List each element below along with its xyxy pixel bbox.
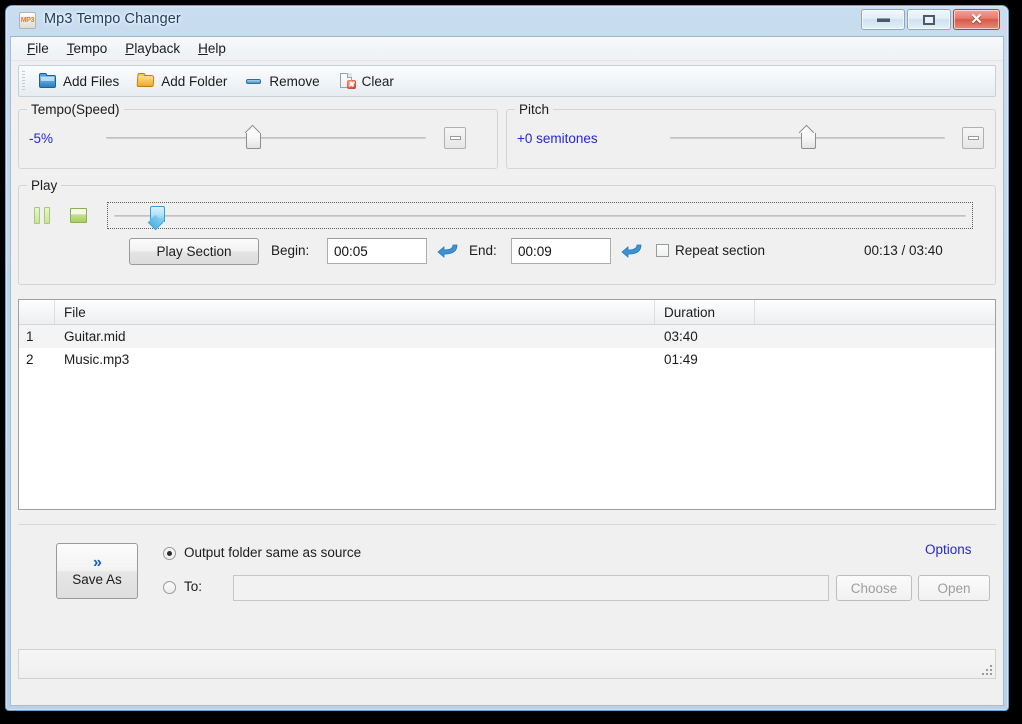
column-header-filler[interactable] xyxy=(755,300,995,324)
pitch-slider[interactable] xyxy=(670,124,945,151)
menu-item-playback[interactable]: Playback xyxy=(116,39,189,58)
close-button[interactable]: ✕ xyxy=(953,9,1000,30)
output-folder-input[interactable] xyxy=(233,575,829,601)
column-header-index[interactable] xyxy=(19,300,55,324)
tempo-slider-thumb[interactable] xyxy=(244,124,262,149)
row-duration: 03:40 xyxy=(664,329,698,344)
choose-folder-button[interactable]: Choose xyxy=(836,575,912,601)
radio-output-same-as-source-label: Output folder same as source xyxy=(184,545,362,560)
seek-slider-thumb[interactable] xyxy=(148,206,165,231)
save-as-label: Save As xyxy=(72,572,122,587)
close-icon: ✕ xyxy=(970,11,983,28)
time-display: 00:13 / 03:40 xyxy=(864,243,943,258)
column-header-file[interactable]: File xyxy=(55,300,655,324)
reset-icon xyxy=(449,136,461,140)
title-bar[interactable]: MP3 Mp3 Tempo Changer ✕ xyxy=(10,6,1004,36)
clear-label: Clear xyxy=(361,73,394,89)
seek-slider-track xyxy=(114,215,966,217)
add-folder-label: Add Folder xyxy=(161,73,228,89)
folder-yellow-icon xyxy=(136,73,155,89)
end-set-arrow-icon[interactable] xyxy=(621,242,643,260)
table-row[interactable]: 2 Music.mp3 01:49 xyxy=(19,348,995,371)
save-as-button[interactable]: » Save As xyxy=(56,543,138,599)
add-files-label: Add Files xyxy=(63,73,120,89)
pitch-group-title: Pitch xyxy=(515,102,554,117)
pitch-reset-button[interactable] xyxy=(962,127,984,149)
repeat-section-checkbox[interactable] xyxy=(656,244,669,257)
pause-button[interactable] xyxy=(33,205,53,225)
menu-bar: File Tempo Playback Help xyxy=(11,37,1003,61)
add-folder-button[interactable]: Add Folder xyxy=(128,69,236,93)
end-input[interactable]: 00:09 xyxy=(511,238,611,264)
reset-icon xyxy=(967,136,979,140)
file-list-table[interactable]: File Duration 1 Guitar.mid 03:40 2 Music… xyxy=(18,299,996,510)
status-bar xyxy=(18,649,996,679)
output-panel: » Save As Output folder same as source T… xyxy=(18,524,996,644)
menu-item-tempo[interactable]: Tempo xyxy=(58,39,117,58)
tempo-reset-button[interactable] xyxy=(444,127,466,149)
open-folder-button[interactable]: Open xyxy=(918,575,990,601)
choose-label: Choose xyxy=(850,580,898,596)
double-chevron-right-icon: » xyxy=(93,554,102,571)
page-delete-icon: ✖ xyxy=(338,73,356,89)
tempo-slider-track xyxy=(106,137,426,139)
stop-button[interactable] xyxy=(69,205,89,225)
minus-icon xyxy=(245,73,263,89)
row-index: 2 xyxy=(26,352,34,367)
resize-grip[interactable] xyxy=(980,663,992,675)
table-row[interactable]: 1 Guitar.mid 03:40 xyxy=(19,325,995,348)
row-file-name: Music.mp3 xyxy=(64,352,130,367)
menu-item-help[interactable]: Help xyxy=(189,39,235,58)
end-label: End: xyxy=(469,243,497,258)
window-title: Mp3 Tempo Changer xyxy=(44,11,181,27)
repeat-section-label: Repeat section xyxy=(675,243,766,258)
client-area: File Tempo Playback Help Add Files Add F… xyxy=(10,36,1004,706)
application-window: MP3 Mp3 Tempo Changer ✕ File Tempo Playb… xyxy=(5,5,1009,711)
app-icon-label: MP3 xyxy=(20,17,35,24)
begin-set-arrow-icon[interactable] xyxy=(437,242,459,260)
tempo-slider[interactable] xyxy=(106,124,426,151)
window-controls: ✕ xyxy=(861,9,1000,30)
row-file-name: Guitar.mid xyxy=(64,329,126,344)
tempo-group-title: Tempo(Speed) xyxy=(27,102,124,117)
minimize-icon xyxy=(876,17,890,22)
toolbar: Add Files Add Folder Remove ✖ Clear xyxy=(18,65,996,97)
radio-output-same-as-source[interactable] xyxy=(163,547,176,560)
clear-button[interactable]: ✖ Clear xyxy=(329,69,403,93)
row-duration: 01:49 xyxy=(664,352,698,367)
begin-input[interactable]: 00:05 xyxy=(327,238,427,264)
remove-button[interactable]: Remove xyxy=(236,69,328,93)
play-group-title: Play xyxy=(27,178,62,193)
add-files-button[interactable]: Add Files xyxy=(30,69,128,93)
menu-item-file[interactable]: File xyxy=(18,39,58,58)
remove-label: Remove xyxy=(269,73,320,89)
open-label: Open xyxy=(937,580,971,596)
play-group: Play Play Section Begin: 00:05 End: 00:0… xyxy=(18,178,996,285)
app-icon: MP3 xyxy=(19,12,36,29)
pitch-slider-thumb[interactable] xyxy=(799,124,816,149)
tempo-group: Tempo(Speed) -5% xyxy=(18,102,498,169)
table-header-row: File Duration xyxy=(19,300,995,325)
radio-output-to-folder-label: To: xyxy=(184,579,203,594)
pitch-value: +0 semitones xyxy=(517,131,598,146)
row-index: 1 xyxy=(26,329,34,344)
minimize-button[interactable] xyxy=(861,9,905,30)
maximize-button[interactable] xyxy=(907,9,951,30)
pitch-group: Pitch +0 semitones xyxy=(506,102,996,169)
tempo-value: -5% xyxy=(29,131,54,146)
play-section-button[interactable]: Play Section xyxy=(129,238,259,265)
toolbar-grip[interactable] xyxy=(22,71,25,91)
radio-output-to-folder[interactable] xyxy=(163,581,176,594)
folder-blue-icon xyxy=(39,73,57,89)
column-header-duration[interactable]: Duration xyxy=(655,300,755,324)
maximize-icon xyxy=(923,14,935,25)
options-link[interactable]: Options xyxy=(925,542,972,557)
play-section-label: Play Section xyxy=(156,244,232,259)
seek-slider[interactable] xyxy=(107,202,973,231)
begin-label: Begin: xyxy=(271,243,310,258)
